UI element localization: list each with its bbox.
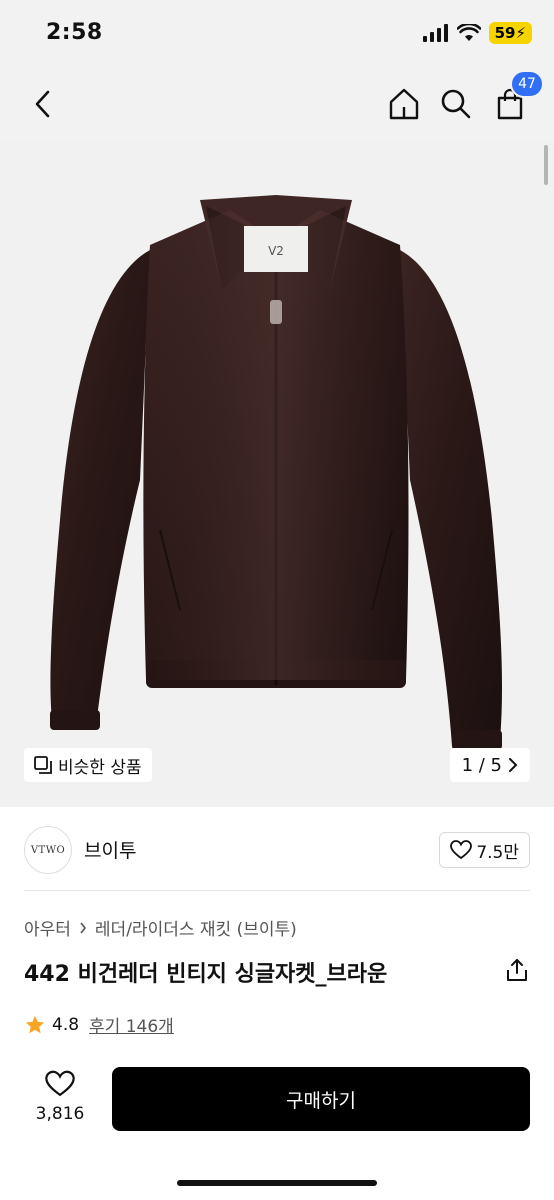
brand-name[interactable]: 브이투: [84, 836, 136, 863]
share-button[interactable]: [506, 958, 528, 986]
signal-icon: [422, 24, 448, 42]
wifi-icon: [456, 24, 481, 41]
brand-row: VTWO 브이투 7.5만: [0, 808, 554, 890]
divider: [24, 890, 530, 891]
brand-logo-text: VTWO: [30, 844, 66, 856]
brand-logo[interactable]: VTWO: [24, 826, 72, 874]
buy-button[interactable]: 구매하기: [112, 1067, 530, 1131]
share-icon: [507, 959, 527, 981]
charging-bolt-icon: ⚡: [515, 24, 526, 42]
chevron-right-icon: [80, 922, 86, 933]
brand-like-count: 7.5만: [476, 842, 519, 863]
similar-products-icon: [34, 756, 52, 774]
review-count-link[interactable]: 후기 146개: [89, 1012, 174, 1037]
scrollbar[interactable]: [544, 145, 548, 185]
status-icons: 59⚡: [422, 22, 532, 44]
back-button[interactable]: [28, 86, 58, 122]
breadcrumb: 아우터 레더/라이더스 재킷 (브이투): [24, 915, 297, 940]
cart-button[interactable]: 47: [494, 70, 544, 122]
similar-products-label: 비슷한 상품: [58, 757, 142, 778]
search-icon: [441, 89, 471, 119]
heart-icon: [45, 1070, 75, 1097]
battery-level: 59: [494, 24, 516, 42]
leather-jacket-image: V2: [50, 195, 503, 750]
search-button[interactable]: [438, 84, 474, 124]
chevron-right-icon: [509, 758, 518, 772]
chevron-left-icon: [35, 90, 50, 118]
similar-products-button[interactable]: 비슷한 상품: [24, 748, 152, 782]
status-bar: 2:58 59⚡: [0, 0, 554, 70]
product-like-button[interactable]: 3,816: [30, 1070, 90, 1124]
jacket-tag-label: V2: [268, 244, 284, 258]
rating-score: 4.8: [52, 1014, 80, 1035]
rating-row: 4.8 후기 146개: [24, 1012, 174, 1037]
image-page-indicator[interactable]: 1 / 5: [449, 748, 530, 782]
star-icon: [25, 1015, 45, 1033]
home-button[interactable]: [386, 84, 422, 124]
heart-icon: [450, 840, 473, 860]
battery-indicator: 59⚡: [488, 22, 532, 44]
brand-like-button[interactable]: 7.5만: [439, 832, 530, 868]
product-image-carousel[interactable]: V2 비슷한 상품 1 / 5: [0, 140, 554, 807]
breadcrumb-item-category[interactable]: 레더/라이더스 재킷 (브이투): [95, 915, 297, 940]
top-nav: 47: [0, 70, 554, 140]
status-time: 2:58: [46, 20, 103, 45]
image-page-count: 1 / 5: [461, 754, 502, 776]
product-title: 442 비건레더 빈티지 싱글자켓_브라운: [24, 962, 388, 987]
home-indicator[interactable]: [177, 1180, 377, 1186]
breadcrumb-item-outer[interactable]: 아우터: [24, 915, 71, 940]
product-like-count: 3,816: [35, 1104, 85, 1124]
cart-count-badge: 47: [510, 70, 544, 98]
home-icon: [389, 88, 419, 120]
